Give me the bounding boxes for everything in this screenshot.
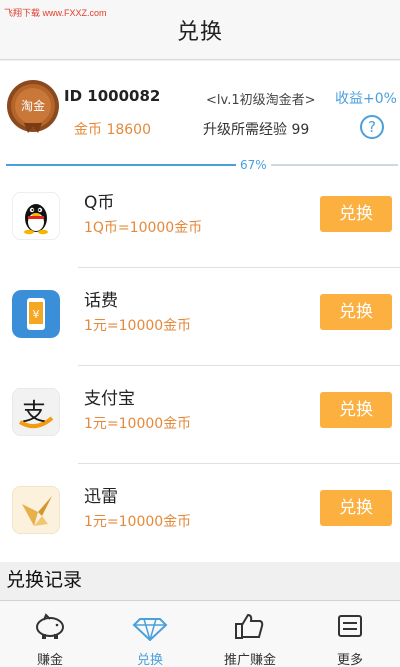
income-bonus: 收益+0% — [335, 91, 397, 107]
diamond-icon — [130, 611, 170, 643]
tab-more[interactable]: 更多 — [300, 601, 400, 667]
watermark: 飞翔下载 www.FXXZ.com — [4, 8, 107, 18]
exp-needed: 升级所需经验 99 — [203, 122, 310, 138]
level-progress-bar — [6, 164, 398, 166]
item-name: Q币 — [84, 193, 115, 213]
piggy-bank-icon — [30, 611, 70, 641]
user-level: <lv.1初级淘金者> — [206, 93, 316, 108]
level-progress-fill — [6, 164, 269, 166]
item-rate: 1元=10000金币 — [84, 514, 192, 530]
help-icon[interactable]: ? — [360, 115, 384, 139]
item-rate: 1Q币=10000金币 — [84, 220, 203, 236]
item-name: 话费 — [84, 291, 118, 311]
page-title: 兑换 — [176, 19, 223, 45]
item-name: 迅雷 — [84, 487, 118, 507]
xunlei-bird-icon — [12, 486, 60, 534]
item-name: 支付宝 — [84, 389, 135, 409]
tab-label: 推广赚金 — [223, 653, 276, 667]
exchange-button-phone[interactable]: 兑换 — [320, 294, 392, 330]
tab-bar: 赚金 兑换 推广赚金 更多 — [0, 600, 400, 667]
records-title: 兑换记录 — [6, 569, 83, 591]
tab-label: 兑换 — [136, 653, 163, 667]
tab-promote[interactable]: 推广赚金 — [200, 601, 300, 667]
svg-text:支: 支 — [22, 398, 46, 426]
alipay-icon: 支 — [12, 388, 60, 436]
list-item: 迅雷 1元=10000金币 兑换 — [0, 464, 400, 562]
exchange-button-alipay[interactable]: 兑换 — [320, 392, 392, 428]
tab-label: 更多 — [336, 653, 363, 667]
user-id: ID 1000082 — [64, 87, 161, 105]
list-item: ¥ 话费 1元=10000金币 兑换 — [0, 268, 400, 366]
tab-exchange[interactable]: 兑换 — [100, 601, 200, 667]
thumbs-up-icon — [230, 611, 270, 641]
exchange-list: Q币 1Q币=10000金币 兑换 ¥ 话费 1元=10000金币 兑换 支 支… — [0, 170, 400, 562]
more-icon — [330, 611, 370, 641]
coin-balance: 金币 18600 — [74, 122, 151, 138]
tab-label: 赚金 — [36, 653, 63, 667]
medal-icon: 淘金 — [6, 79, 60, 133]
tab-earn[interactable]: 赚金 — [0, 601, 100, 667]
item-rate: 1元=10000金币 — [84, 416, 192, 432]
profile-panel: 淘金 ID 1000082 金币 18600 <lv.1初级淘金者> 收益+0%… — [0, 61, 400, 176]
list-item: 支 支付宝 1元=10000金币 兑换 — [0, 366, 400, 464]
exchange-button-qcoin[interactable]: 兑换 — [320, 196, 392, 232]
item-rate: 1元=10000金币 — [84, 318, 192, 334]
svg-text:¥: ¥ — [33, 308, 40, 321]
exchange-button-xunlei[interactable]: 兑换 — [320, 490, 392, 526]
list-item: Q币 1Q币=10000金币 兑换 — [0, 170, 400, 268]
phone-yuan-icon: ¥ — [12, 290, 60, 338]
medal-label: 淘金 — [20, 99, 45, 113]
qq-penguin-icon — [12, 192, 60, 240]
